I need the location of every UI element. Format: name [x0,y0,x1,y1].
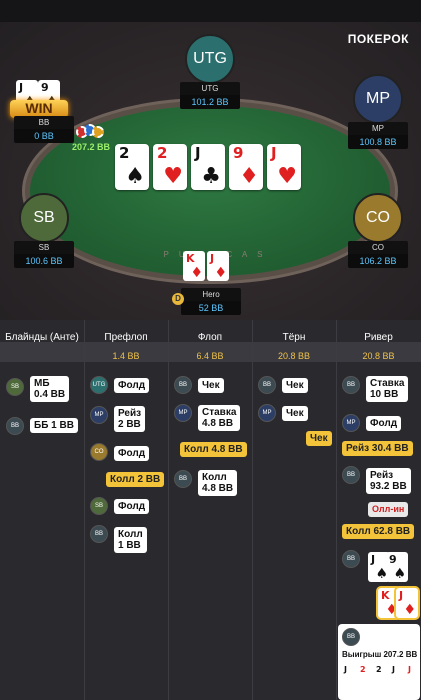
street-header-blinds[interactable]: Блайнды (Анте) [0,320,84,362]
action-bubble: Ставка 10 BB [366,376,409,402]
position-badge-mp: MP [258,404,276,422]
winner-card-2: 2 [358,664,372,684]
action-bubble: Фолд [114,446,150,461]
allin-badge: Олл-ин [368,502,409,517]
action-bubble: МБ 0.4 BB [30,376,70,402]
seat-sb[interactable]: SB SB 100.6 BB [14,193,74,268]
card-rank: J [19,81,24,94]
action-bubble: Чек [282,406,308,421]
brand-logo: ПОКЕРОК [347,32,409,46]
column-divider [252,320,253,700]
hero-action-bubble: Колл 4.8 BB [180,442,247,457]
seat-co[interactable]: CO CO 106.2 BB [348,193,408,268]
seat-hero[interactable]: Hero 52 BB [181,288,241,315]
winner-text: Выигрыш 207.2 BB [342,650,418,659]
board-card-4: 9 ♦ [229,144,263,190]
seat-stack: 100.6 BB [14,254,74,268]
street-header-preflop[interactable]: Префлоп 1.4 BB [84,320,168,362]
position-badge-utg: UTG [90,376,108,394]
action-bubble: Чек [282,378,308,393]
position-badge-sb: SB [90,497,108,515]
avatar: MP [353,74,403,124]
position-badge-bb: BB [342,550,360,568]
winner-box: BB Выигрыш 207.2 BB J 2 2 J J [338,624,420,700]
seat-bb[interactable]: BB 0 BB [14,116,74,143]
board-card-5: J ♥ [267,144,301,190]
position-badge-bb: BB [174,470,192,488]
hero-action-bubble: Колл 62.8 BB [342,524,415,539]
column-divider [336,320,337,700]
seat-stack: 52 BB [181,301,241,315]
hero-action-bubble: Чек [306,431,332,446]
position-badge-bb: BB [342,628,360,646]
action-bubble: ББ 1 BB [30,418,78,433]
street-header-river[interactable]: Ривер 20.8 BB [336,320,421,362]
position-badge-mp: MP [90,406,108,424]
card-suit: ♦ [214,265,227,281]
avatar: SB [19,193,69,243]
board-card-1: 2 ♠ [115,144,149,190]
seat-name: Hero [181,288,241,301]
hero-action-bubble: Колл 2 BB [106,472,165,487]
avatar: UTG [185,34,235,84]
action-bubble: Колл 1 BB [114,527,147,553]
position-badge-bb: BB [258,376,276,394]
column-divider [84,320,85,700]
hero-card-1: K ♦ [183,251,205,281]
pot-chips-icon [76,124,110,140]
action-bubble: Колл 4.8 BB [198,470,238,496]
action-bubble: Рейз 2 BB [114,406,146,432]
position-badge-co: CO [90,443,108,461]
street-header-flop[interactable]: Флоп 6.4 BB [168,320,252,362]
card-rank: J [210,252,215,265]
seat-name: CO [348,241,408,254]
winner-card-5: J [406,664,418,684]
position-badge-bb: BB [342,466,360,484]
seat-utg[interactable]: UTG UTG 101.2 BB [180,34,240,109]
hero-card-2: J ♦ [207,251,229,281]
position-badge-bb: BB [174,376,192,394]
board-card-2: 2 ♥ [153,144,187,190]
seat-name: MP [348,122,408,135]
seat-stack: 0 BB [14,129,74,143]
dealer-button-icon: D [172,293,184,305]
position-badge-bb: BB [90,525,108,543]
winner-card-4: J [390,664,404,684]
top-bar [0,0,421,22]
seat-name: UTG [180,82,240,95]
seat-stack: 101.2 BB [180,95,240,109]
seat-stack: 100.8 BB [348,135,408,149]
action-bubble: Фолд [366,416,402,431]
position-badge-mp: MP [342,414,360,432]
seat-mp[interactable]: MP MP 100.8 BB [348,74,408,149]
action-bubble: Фолд [114,499,150,514]
position-badge-bb: BB [6,417,24,435]
board-card-3: J ♣ [191,144,225,190]
avatar: CO [353,193,403,243]
action-bubble: Фолд [114,378,150,393]
seat-stack: 106.2 BB [348,254,408,268]
position-badge-mp: MP [174,404,192,422]
winner-card-1: J [342,664,356,684]
seat-name: SB [14,241,74,254]
column-divider [168,320,169,700]
position-badge-sb: SB [6,378,24,396]
hero-action-bubble: Рейз 30.4 BB [342,441,413,456]
action-bubble: Рейз 93.2 BB [366,468,411,494]
seat-name: BB [14,116,74,129]
card-rank: 9 [41,81,49,94]
card-suit: ♦ [190,265,203,281]
showdown-bb-card-2: 9 ♠ [386,552,408,582]
action-bubble: Ставка 4.8 BB [198,405,241,431]
street-header-turn[interactable]: Тёрн 20.8 BB [252,320,336,362]
action-bubble: Чек [198,378,224,393]
position-badge-bb: BB [342,376,360,394]
card-rank: K [186,252,195,265]
showdown-hero-card-2: J ♦ [396,588,418,618]
winner-card-3: 2 [374,664,388,684]
pot-amount: 207.2 BB [72,142,111,152]
